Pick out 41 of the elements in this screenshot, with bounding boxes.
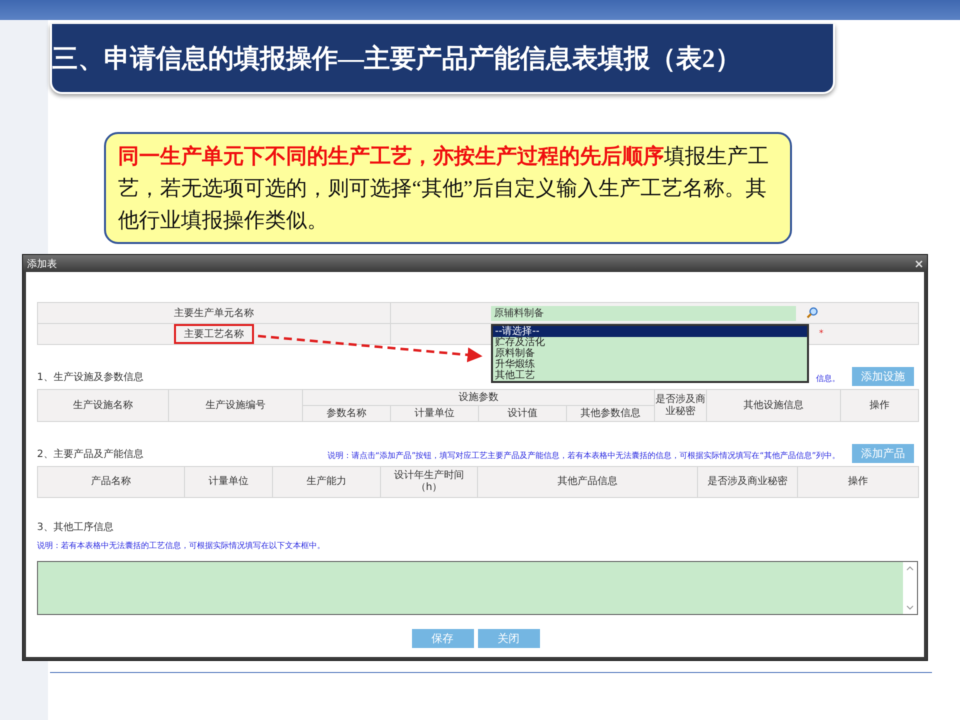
slide-title: 三、申请信息的填报操作—主要产品产能信息表填报（表2）	[52, 42, 741, 74]
table-header: 设施参数	[302, 390, 654, 406]
dropdown-option[interactable]: 原料制备	[493, 348, 807, 359]
dropdown-option[interactable]: 升华煅练	[493, 359, 807, 370]
form-label: 主要工艺名称	[174, 324, 254, 344]
dropdown-option[interactable]: --请选择--	[493, 326, 807, 337]
table-header: 计量单位	[184, 466, 272, 498]
section-heading: 2、主要产品及产能信息	[37, 448, 144, 462]
required-mark: *	[819, 329, 824, 339]
text-field[interactable]	[37, 561, 918, 615]
form-label: 主要生产单元名称	[173, 306, 255, 321]
callout-text: 同一生产单元下不同的生产工艺，亦按生产过程的先后顺序填报生产工艺，若无选项可选的，则可选择“其他”后自定义输入生产工艺名称。其他行业填报操作类似。	[118, 143, 770, 234]
dialog-title: 添加表	[27, 258, 57, 270]
table-header: 计量单位	[390, 406, 478, 422]
table-header: 生产设施名称	[38, 390, 168, 422]
table-header: 生产能力	[272, 466, 380, 498]
table-header: 其他参数信息	[566, 406, 654, 422]
table-header: 设计值	[478, 406, 566, 422]
table-header: 生产设施编号	[168, 390, 302, 422]
close-icon[interactable]	[915, 260, 923, 268]
table-header: 其他设施信息	[706, 390, 840, 422]
table-header: 设计年生产时间（h）	[380, 466, 478, 498]
table-header: 是否涉及商业秘密	[654, 390, 706, 422]
table-header: 参数名称	[302, 406, 390, 422]
input-field[interactable]: 原辅料制备	[491, 306, 796, 320]
note-text: 说明：若有本表格中无法囊括的工艺信息，可根据实际情况填写在以下文本框中。	[37, 540, 326, 552]
table-header: 操作	[840, 390, 918, 422]
table-header: 其他产品信息	[478, 466, 698, 498]
dropdown-option[interactable]: 贮存及活化	[493, 337, 807, 348]
dropdown-option[interactable]: 其他工艺	[493, 370, 807, 381]
note-text: 信息。	[816, 373, 840, 385]
section-heading: 1、生产设施及参数信息	[37, 370, 144, 385]
section-heading: 3、其他工序信息	[37, 520, 114, 535]
table-header: 操作	[798, 466, 918, 498]
dropdown-list[interactable]: --请选择-- 贮存及活化 原料制备 升华煅练 其他工艺	[491, 324, 809, 383]
table-header: 是否涉及商业秘密	[698, 466, 798, 498]
chevron-down-icon[interactable]	[906, 605, 914, 610]
search-icon[interactable]	[806, 307, 818, 319]
table-header: 产品名称	[38, 466, 184, 498]
chevron-up-icon[interactable]	[906, 566, 914, 571]
note-text: 说明：请点击“添加产品”按钮，填写对应工艺主要产品及产能信息，若有本表格中无法囊括的信息，可根据实际情况填写在“其他产品信息”列中。	[327, 450, 840, 462]
